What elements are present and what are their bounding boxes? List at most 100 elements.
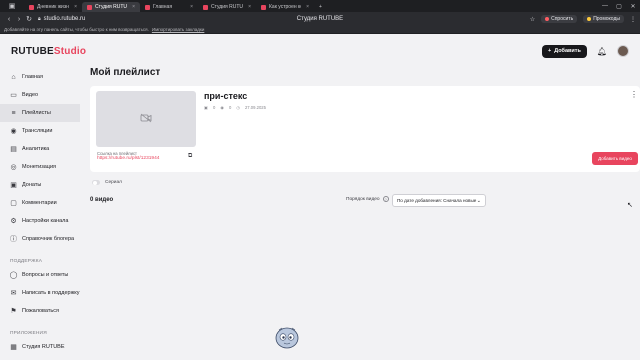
app-header: RUTUBEStudio + Добавить 🔔︎ xyxy=(0,34,640,68)
no-video-icon xyxy=(140,113,152,125)
browser-tab-strip: ▣ Дневник жизни Богдан…×Студия RUTUBE×Гл… xyxy=(0,0,640,12)
browser-tab[interactable]: Дневник жизни Богдан… × xyxy=(24,2,82,12)
sidebar-item-label: Пожаловаться xyxy=(22,308,59,314)
add-video-button[interactable]: Добавить видео xyxy=(592,152,638,165)
playlist-link[interactable]: https://rutube.ru/plst/1231944 xyxy=(97,156,159,161)
help-icon[interactable]: ? xyxy=(382,196,389,202)
views-count: 0 xyxy=(228,105,232,110)
sidebar-item[interactable]: ⓘ Справочник блогера xyxy=(0,230,80,248)
close-window-icon[interactable]: ✕ xyxy=(626,0,640,12)
avatar[interactable] xyxy=(617,45,629,57)
serial-toggle[interactable] xyxy=(92,180,100,185)
close-tab-icon[interactable]: × xyxy=(132,4,135,10)
browser-tab[interactable]: Студия RUTUBE × xyxy=(82,2,140,12)
serial-toggle-row: Сериал xyxy=(92,180,122,185)
close-tab-icon[interactable]: × xyxy=(190,4,193,10)
sidebar-item-label: Настройки канала xyxy=(22,218,69,224)
sidebar-item-label: Вопросы и ответы xyxy=(22,272,69,278)
bookmark-star-icon[interactable]: ☆ xyxy=(530,16,535,23)
rutube-favicon-icon xyxy=(29,4,34,10)
rutube-favicon-icon xyxy=(261,4,266,10)
app-icon: ▦ xyxy=(10,344,17,351)
browser-tab-label: Как устроен компьютер xyxy=(269,4,301,10)
plus-icon: + xyxy=(547,48,552,54)
bookmarks-hint: Добавляйте на эту панель сайты, чтобы бы… xyxy=(4,27,149,32)
mascot-image xyxy=(273,325,301,351)
copy-icon[interactable]: ⧉ xyxy=(188,153,192,160)
sidebar-item[interactable]: ▢ Комментарии xyxy=(0,194,80,212)
home-icon: ⌂ xyxy=(11,73,16,81)
sidebar-item[interactable]: ▣ Донаты xyxy=(0,176,80,194)
playlist-card: Ссылка на плейлист https://rutube.ru/pls… xyxy=(90,86,640,172)
sidebar-item-label: Плейлисты xyxy=(22,110,51,116)
minimize-icon[interactable]: — xyxy=(598,0,612,12)
sidebar-item-label: Аналитика xyxy=(22,146,50,152)
views-icon: ◉ xyxy=(220,105,224,110)
support-section-title: ПОДДЕРЖКА xyxy=(10,258,43,264)
address-bar-row: ‹ › ↻ 🔒︎ studio.rutube.ru Студия RUTUBE … xyxy=(0,12,640,26)
sidebar-item[interactable]: ⚙ Настройки канала xyxy=(0,212,80,230)
order-select-value: По дате добавления: Сначала новые xyxy=(397,198,477,203)
window-menu-icon[interactable]: ▣ xyxy=(0,0,24,12)
sidebar-item[interactable]: ▭ Видео xyxy=(0,86,80,104)
sidebar-item[interactable]: ▦ Студия RUTUBE xyxy=(0,338,80,356)
sidebar-item[interactable]: ◉ Трансляции xyxy=(0,122,80,140)
new-tab-button[interactable]: + xyxy=(314,2,327,12)
analytics-icon: ▤ xyxy=(10,146,17,153)
url-field[interactable]: 🔒︎ studio.rutube.ru xyxy=(38,16,85,22)
settings-icon: ⚙ xyxy=(10,218,17,225)
sidebar-item-label: Донаты xyxy=(22,182,42,188)
main-content: Мой плейлист Ссылка на плейлист https://… xyxy=(90,67,640,360)
broadcast-icon: ◉ xyxy=(10,128,17,135)
logo-studio: Studio xyxy=(53,45,87,57)
browser-tab[interactable]: Студия RUTUBE × xyxy=(198,2,256,12)
back-icon[interactable]: ‹ xyxy=(4,14,14,24)
sidebar-item-label: Студия RUTUBE xyxy=(22,344,65,350)
order-select[interactable]: По дате добавления: Сначала новые ⌄ xyxy=(392,194,486,207)
sidebar-item[interactable]: ◯ Вопросы и ответы xyxy=(0,266,80,284)
reload-icon[interactable]: ↻ xyxy=(24,14,34,24)
sidebar-item[interactable]: ⚑ Пожаловаться xyxy=(0,302,80,320)
donate-icon: ▣ xyxy=(10,182,17,189)
rutube-favicon-icon xyxy=(203,4,208,10)
promo-button[interactable]: Промокоды xyxy=(583,15,624,23)
video-icon: ▭ xyxy=(10,92,17,99)
monetization-icon: ◎ xyxy=(10,164,17,171)
flag-icon: ⚑ xyxy=(10,308,17,315)
close-tab-icon[interactable]: × xyxy=(306,4,309,10)
sidebar-item-label: Написать в поддержку xyxy=(22,290,80,296)
sidebar-item[interactable]: ≡ Плейлисты xyxy=(0,104,80,122)
sidebar-item-label: Трансляции xyxy=(22,128,53,134)
logo-main: RUTUBE xyxy=(11,45,54,57)
rutube-favicon-icon xyxy=(87,4,92,10)
extensions-icon[interactable]: ⋮ xyxy=(630,16,636,23)
promo-icon xyxy=(587,17,592,21)
bookmarks-bar: Добавляйте на эту панель сайты, чтобы бы… xyxy=(0,26,640,34)
sidebar-item[interactable]: ⌂ Главная xyxy=(0,68,80,86)
playlist-name: при-стекс xyxy=(204,91,248,101)
more-options-icon[interactable]: ⋮ xyxy=(630,90,638,99)
sidebar-item-label: Комментарии xyxy=(22,200,57,206)
forward-icon[interactable]: › xyxy=(14,14,24,24)
import-bookmarks-link[interactable]: Импортировать закладки xyxy=(152,27,204,32)
sidebar-item[interactable]: ✉ Написать в поддержку xyxy=(0,284,80,302)
rutube-studio-logo[interactable]: RUTUBEStudio xyxy=(11,46,86,57)
ask-button[interactable]: Спросить xyxy=(541,15,578,23)
maximize-icon[interactable]: ▢ xyxy=(612,0,626,12)
sidebar-item[interactable]: ◎ Монетизация xyxy=(0,158,80,176)
ask-icon xyxy=(545,17,550,21)
close-tab-icon[interactable]: × xyxy=(248,4,251,10)
sidebar-item-label: Видео xyxy=(22,92,39,98)
close-tab-icon[interactable]: × xyxy=(74,4,77,10)
videos-count-icon: ▣ xyxy=(204,105,208,110)
page-title: Мой плейлист xyxy=(90,67,161,78)
playlist-thumbnail[interactable] xyxy=(96,91,196,147)
browser-tab[interactable]: Как устроен компьютер × xyxy=(256,2,314,12)
ask-label: Спросить xyxy=(551,16,574,22)
browser-tab-label: Студия RUTUBE xyxy=(95,4,127,10)
sidebar-item[interactable]: ▤ Аналитика xyxy=(0,140,80,158)
browser-tab[interactable]: Главная × xyxy=(140,2,198,12)
sidebar-item-label: Справочник блогера xyxy=(22,236,75,242)
bell-icon[interactable]: 🔔︎ xyxy=(597,47,607,56)
add-button[interactable]: + Добавить xyxy=(541,44,587,58)
